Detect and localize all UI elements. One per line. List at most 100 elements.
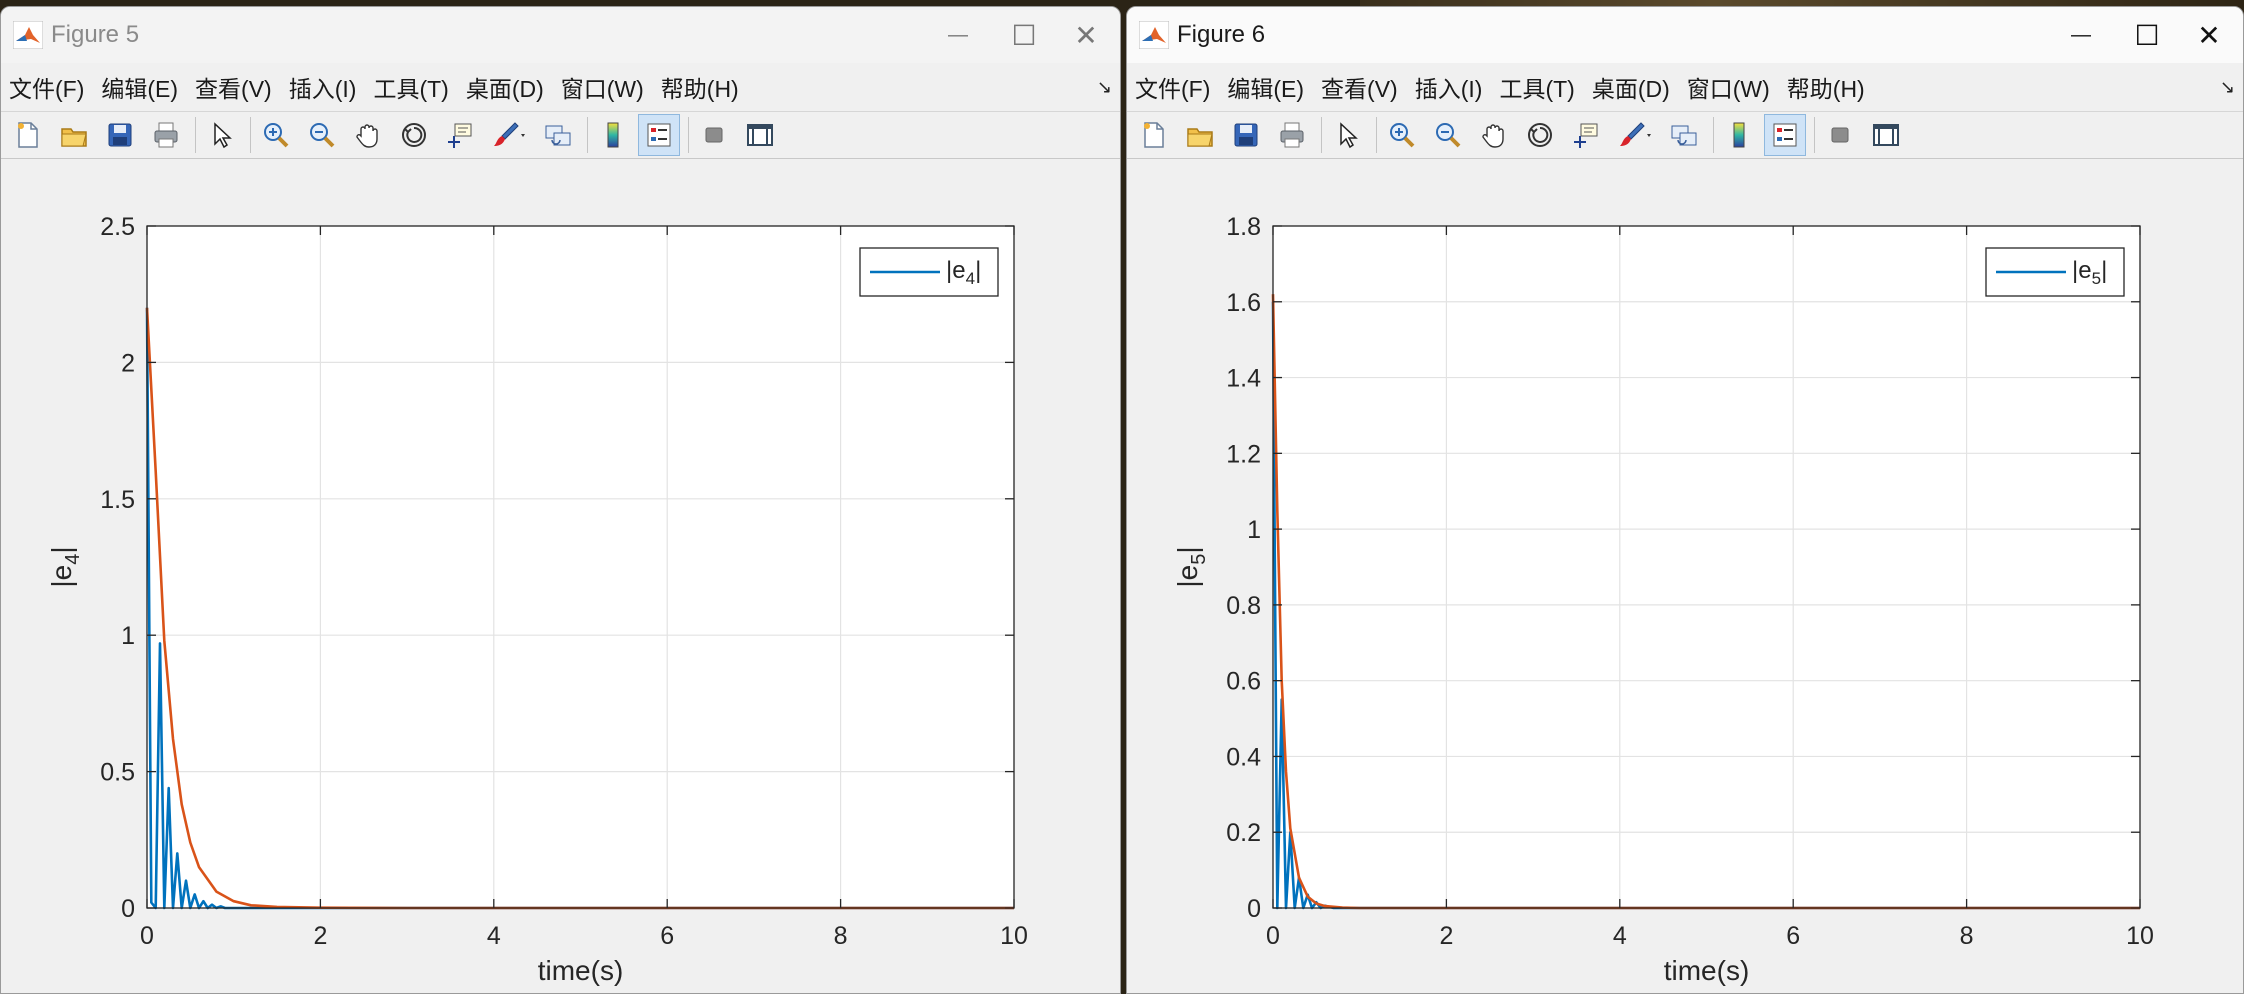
- show-plot-tools-button[interactable]: [1865, 114, 1907, 156]
- data-cursor-button[interactable]: [1565, 114, 1607, 156]
- legend-label-end: |: [975, 257, 981, 284]
- open-folder-button[interactable]: [1179, 114, 1221, 156]
- maximize-button[interactable]: ☐: [994, 15, 1054, 55]
- rotate-3d-icon: [1528, 123, 1552, 147]
- link-plot-button[interactable]: [537, 114, 579, 156]
- save-button[interactable]: [1225, 114, 1267, 156]
- save-button[interactable]: [99, 114, 141, 156]
- y-tick-label: 1.8: [1226, 213, 1261, 241]
- figure-toolbar: [1, 111, 1120, 159]
- close-button[interactable]: ✕: [2179, 15, 2239, 55]
- rotate-3d-icon: [402, 123, 426, 147]
- menu-tools[interactable]: 工具(T): [1491, 69, 1583, 109]
- brush-button[interactable]: [485, 114, 533, 156]
- new-file-button[interactable]: [7, 114, 49, 156]
- x-tick-label: 2: [1439, 922, 1453, 950]
- y-tick-label: 0: [121, 895, 135, 923]
- print-button[interactable]: [1271, 114, 1313, 156]
- link-plot-icon: [545, 125, 571, 146]
- y-label-subscript: 4: [62, 554, 84, 565]
- y-label-end: |: [46, 546, 77, 553]
- chart-figure-6[interactable]: 0 2 4 6 8 10 0 0.2 0.4 0.6 0.8 1 1.2 1.4 1.6 1.8 time(s)…: [1127, 160, 2243, 994]
- zoom-out-button[interactable]: [301, 114, 343, 156]
- y-axis-label: |e5|: [1172, 546, 1210, 587]
- y-label-end: |: [1172, 546, 1203, 553]
- data-cursor-icon: [448, 123, 472, 148]
- menu-window[interactable]: 窗口(W): [553, 69, 653, 109]
- x-axis-label: time(s): [538, 955, 624, 986]
- pointer-button[interactable]: [200, 114, 242, 156]
- hide-plot-tools-button[interactable]: [693, 114, 735, 156]
- y-tick-label: 1.6: [1226, 289, 1261, 317]
- show-plot-tools-icon: [1873, 124, 1899, 146]
- show-plot-tools-button[interactable]: [739, 114, 781, 156]
- y-tick-label: 1: [1247, 516, 1261, 544]
- title-bar[interactable]: Figure 5 — ☐ ✕: [1, 7, 1120, 63]
- close-button[interactable]: ✕: [1056, 15, 1116, 55]
- figure-toolbar: [1127, 111, 2243, 159]
- open-folder-button[interactable]: [53, 114, 95, 156]
- colorbar-button[interactable]: [592, 114, 634, 156]
- menu-help[interactable]: 帮助(H): [1779, 69, 1874, 109]
- menu-view[interactable]: 查看(V): [1313, 69, 1407, 109]
- link-plot-button[interactable]: [1663, 114, 1705, 156]
- colorbar-button[interactable]: [1718, 114, 1760, 156]
- figure-5-window[interactable]: Figure 5 — ☐ ✕ 文件(F) 编辑(E) 查看(V) 插入(I) 工…: [0, 6, 1121, 994]
- menu-insert[interactable]: 插入(I): [281, 69, 366, 109]
- menu-file[interactable]: 文件(F): [1127, 69, 1219, 109]
- menu-desktop[interactable]: 桌面(D): [1584, 69, 1679, 109]
- print-icon: [154, 122, 178, 148]
- new-file-button[interactable]: [1133, 114, 1175, 156]
- hide-plot-tools-icon: [1831, 127, 1849, 143]
- maximize-icon: ☐: [1011, 19, 1037, 51]
- legend-button[interactable]: [1764, 114, 1806, 156]
- legend-label-subscript: 4: [966, 269, 975, 288]
- zoom-in-button[interactable]: [255, 114, 297, 156]
- menu-edit[interactable]: 编辑(E): [1219, 69, 1313, 109]
- y-tick-label: 0.4: [1226, 743, 1261, 771]
- zoom-in-icon: [1390, 123, 1415, 148]
- hide-plot-tools-icon: [705, 127, 723, 143]
- rotate-3d-button[interactable]: [393, 114, 435, 156]
- brush-button[interactable]: [1611, 114, 1659, 156]
- zoom-out-button[interactable]: [1427, 114, 1469, 156]
- legend-label: |e4|: [946, 257, 981, 288]
- rotate-3d-button[interactable]: [1519, 114, 1561, 156]
- title-bar[interactable]: Figure 6 — ☐ ✕: [1127, 7, 2243, 63]
- y-tick-label: 0: [1247, 895, 1261, 923]
- x-tick-label: 0: [140, 922, 154, 950]
- x-tick-label: 10: [2126, 922, 2154, 950]
- legend[interactable]: |e4|: [859, 247, 999, 297]
- maximize-button[interactable]: ☐: [2117, 15, 2177, 55]
- menu-help[interactable]: 帮助(H): [653, 69, 748, 109]
- new-file-icon: [1144, 122, 1164, 148]
- menu-overflow-icon[interactable]: ↘: [2220, 77, 2235, 98]
- x-tick-label: 10: [1000, 922, 1028, 950]
- pointer-button[interactable]: [1326, 114, 1368, 156]
- legend-button[interactable]: [638, 114, 680, 156]
- menu-file[interactable]: 文件(F): [1, 69, 93, 109]
- menu-view[interactable]: 查看(V): [187, 69, 281, 109]
- menu-desktop[interactable]: 桌面(D): [458, 69, 553, 109]
- close-icon: ✕: [1074, 19, 1098, 51]
- pan-hand-button[interactable]: [347, 114, 389, 156]
- pan-hand-button[interactable]: [1473, 114, 1515, 156]
- hide-plot-tools-button[interactable]: [1819, 114, 1861, 156]
- figure-6-window[interactable]: Figure 6 — ☐ ✕ 文件(F) 编辑(E) 查看(V) 插入(I) 工…: [1126, 6, 2244, 994]
- menu-overflow-icon[interactable]: ↘: [1097, 77, 1112, 98]
- minimize-button[interactable]: —: [928, 15, 988, 55]
- y-label-base: |e: [46, 565, 77, 588]
- legend-label: |e5|: [2072, 257, 2107, 288]
- menu-tools[interactable]: 工具(T): [365, 69, 457, 109]
- legend-label-base: |e: [2072, 257, 2092, 284]
- chart-figure-5[interactable]: 0 2 4 6 8 1000.511.522.5time(s)|e4||e4|: [1, 160, 1120, 994]
- print-button[interactable]: [145, 114, 187, 156]
- menu-edit[interactable]: 编辑(E): [93, 69, 187, 109]
- zoom-in-button[interactable]: [1381, 114, 1423, 156]
- menu-insert[interactable]: 插入(I): [1407, 69, 1492, 109]
- minimize-button[interactable]: —: [2051, 15, 2111, 55]
- menu-window[interactable]: 窗口(W): [1679, 69, 1779, 109]
- data-cursor-button[interactable]: [439, 114, 481, 156]
- legend[interactable]: |e5|: [1985, 247, 2125, 297]
- legend-icon: [647, 123, 671, 147]
